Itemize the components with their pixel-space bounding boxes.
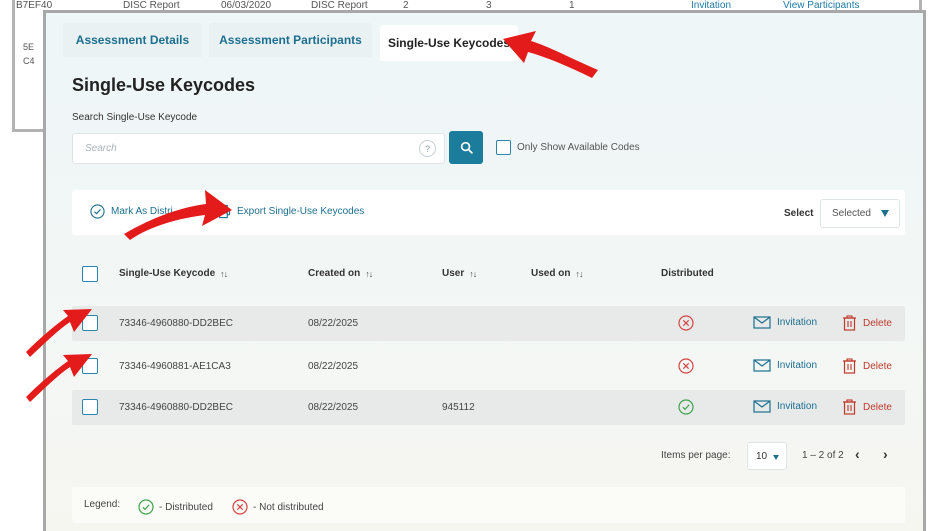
invitation-button[interactable]: Invitation (753, 359, 817, 372)
sort-icon: ↑↓ (220, 268, 228, 279)
check-circle-icon (90, 204, 105, 219)
items-per-page-value: 10 (756, 450, 768, 462)
delete-button[interactable]: Delete (842, 315, 892, 331)
row-checkbox[interactable] (82, 315, 98, 331)
tab-single-use-keycodes[interactable]: Single-Use Keycodes (380, 25, 518, 61)
export-keycodes-button[interactable]: Export Single-Use Keycodes (216, 204, 364, 219)
invitation-label: Invitation (777, 401, 818, 412)
page-range: 1 – 2 of 2 (802, 450, 844, 461)
action-toolbar: Mark As Distri Export Single-Use Keycode… (72, 190, 905, 235)
row-checkbox[interactable] (82, 399, 98, 415)
next-page-button[interactable]: › (883, 446, 888, 462)
column-label: Used on (531, 268, 571, 279)
created-cell: 08/22/2025 (308, 361, 359, 372)
sort-icon: ↑↓ (365, 268, 373, 279)
items-per-page-select[interactable]: 10 (747, 442, 787, 470)
select-label: Select (784, 208, 814, 219)
column-label: Single-Use Keycode (119, 268, 216, 279)
select-value: Selected (832, 208, 871, 219)
legend: Legend: - Distributed - Not distributed (72, 487, 905, 523)
table-row: 73346-4960880-DD2BEC 08/22/2025 945112 I… (72, 390, 905, 425)
x-circle-icon (678, 315, 694, 331)
bg-fragment: C4 (23, 56, 35, 66)
page-title: Single-Use Keycodes (72, 75, 256, 95)
search-icon (460, 141, 473, 154)
caret-down-icon (773, 455, 779, 460)
column-label: Created on (308, 268, 361, 279)
export-keycodes-label: Export Single-Use Keycodes (237, 206, 365, 217)
keycode-cell: 73346-4960881-AE1CA3 (119, 361, 231, 372)
column-header-used-on[interactable]: Used on ↑↓ (531, 268, 583, 279)
bg-fragment: 5E (23, 42, 35, 52)
column-header-created[interactable]: Created on ↑↓ (308, 268, 373, 279)
column-label: Distributed (661, 268, 714, 279)
mail-icon (753, 316, 771, 329)
sort-icon: ↑↓ (469, 268, 477, 279)
only-available-label: Only Show Available Codes (517, 142, 640, 153)
search-label: Search Single-Use Keycode (72, 112, 198, 123)
keycode-cell: 73346-4960880-DD2BEC (119, 318, 233, 329)
row-checkbox[interactable] (82, 358, 98, 374)
prev-page-button[interactable]: ‹ (855, 446, 860, 462)
legend-label: Legend: (84, 499, 121, 510)
keycodes-panel: Assessment Details Assessment Participan… (43, 10, 926, 531)
column-header-distributed: Distributed (661, 268, 714, 279)
trash-icon (843, 358, 856, 374)
tab-assessment-participants[interactable]: Assessment Participants (209, 23, 372, 57)
only-available-checkbox[interactable] (496, 140, 511, 155)
column-header-user[interactable]: User ↑↓ (442, 268, 477, 279)
legend-distributed-label: - Distributed (159, 501, 213, 513)
legend-not-distributed: - Not distributed (232, 499, 324, 515)
select-all-checkbox[interactable] (82, 266, 98, 282)
delete-label: Delete (863, 360, 892, 372)
created-cell: 08/22/2025 (308, 318, 359, 329)
mail-icon (753, 359, 771, 372)
delete-button[interactable]: Delete (842, 358, 892, 374)
mail-icon (753, 400, 771, 413)
created-cell: 08/22/2025 (308, 402, 359, 413)
x-circle-icon (678, 358, 694, 374)
table-row: 73346-4960881-AE1CA3 08/22/2025 Invitati… (72, 349, 905, 384)
mark-distributed-label: Mark As Distri (111, 206, 173, 217)
delete-label: Delete (863, 401, 892, 413)
check-circle-icon (678, 399, 694, 415)
legend-not-distributed-label: - Not distributed (253, 501, 324, 513)
help-icon[interactable]: ? (419, 140, 436, 157)
keycode-cell: 73346-4960880-DD2BEC (119, 402, 233, 413)
delete-label: Delete (863, 317, 892, 329)
items-per-page-label: Items per page: (661, 450, 731, 461)
select-dropdown[interactable]: Selected (820, 199, 900, 228)
invitation-button[interactable]: Invitation (753, 316, 817, 329)
invitation-button[interactable]: Invitation (753, 400, 817, 413)
printer-icon (216, 204, 231, 219)
pagination: Items per page: 10 1 – 2 of 2 ‹ › (661, 442, 911, 472)
user-cell: 945112 (442, 402, 475, 413)
mark-distributed-button[interactable]: Mark As Distri (90, 204, 173, 219)
search-button[interactable] (449, 131, 483, 164)
sort-icon: ↑↓ (575, 268, 583, 279)
invitation-label: Invitation (777, 360, 818, 371)
invitation-label: Invitation (777, 317, 818, 328)
trash-icon (843, 399, 856, 415)
x-circle-icon (232, 499, 248, 515)
caret-down-icon (881, 210, 889, 217)
trash-icon (843, 315, 856, 331)
table-row: 73346-4960880-DD2BEC 08/22/2025 Invitati… (72, 306, 905, 341)
check-circle-icon (138, 499, 154, 515)
table-header: Single-Use Keycode ↑↓ Created on ↑↓ User ↑↓… (72, 256, 905, 292)
search-input[interactable] (72, 133, 445, 164)
column-header-keycode[interactable]: Single-Use Keycode ↑↓ (119, 268, 228, 279)
legend-distributed: - Distributed (138, 499, 213, 515)
delete-button[interactable]: Delete (842, 399, 892, 415)
column-label: User (442, 268, 465, 279)
tab-assessment-details[interactable]: Assessment Details (63, 23, 202, 57)
